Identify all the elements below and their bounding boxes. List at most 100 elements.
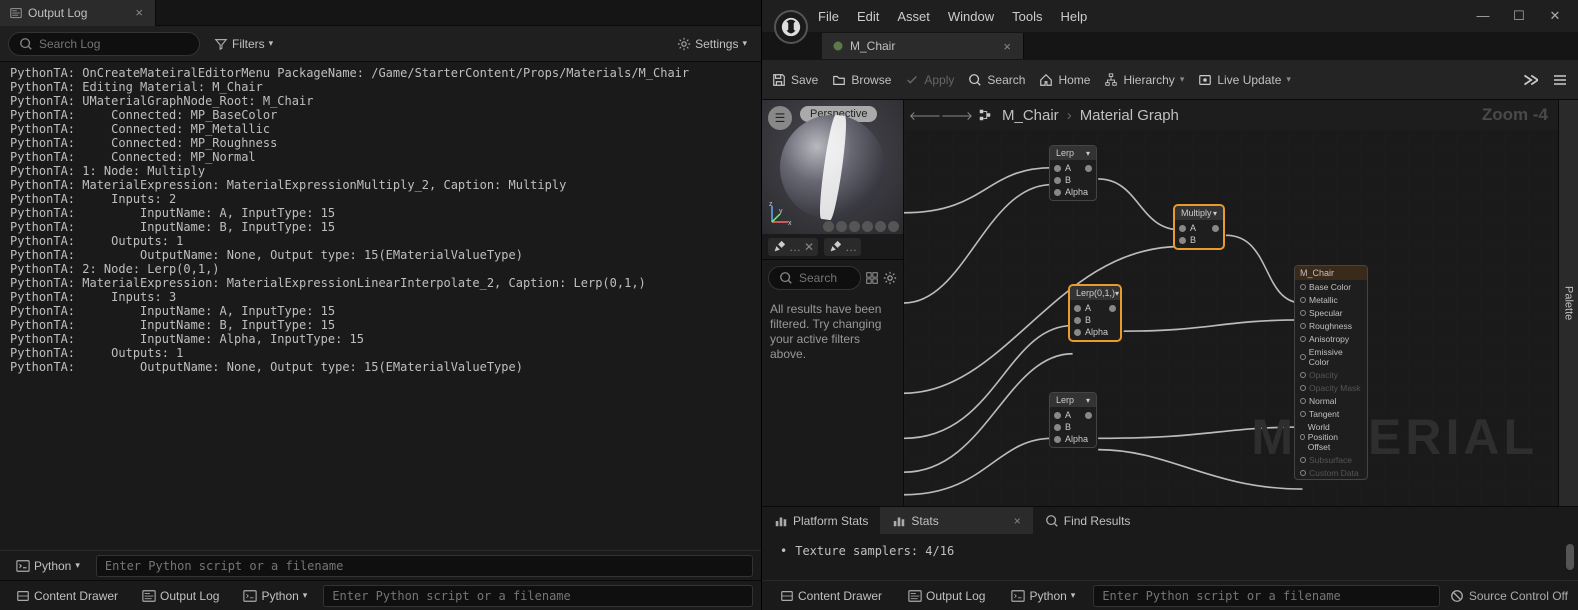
- filter-message: All results have been filtered. Try chan…: [762, 296, 903, 368]
- source-control-button[interactable]: Source Control Off: [1450, 589, 1568, 603]
- menu-window[interactable]: Window: [948, 9, 994, 24]
- material-graph[interactable]: 🡐 🡒 M_Chair › Material Graph Zoom -4 MAT…: [904, 100, 1558, 506]
- settings-dropdown[interactable]: Settings ▾: [671, 35, 753, 53]
- drawer-icon: [780, 589, 794, 603]
- python-footer-selector[interactable]: Python ▾: [235, 586, 315, 606]
- brush-icon[interactable]: [772, 240, 786, 254]
- python-selector[interactable]: Python ▾: [1003, 586, 1083, 606]
- python-label: Python: [34, 559, 71, 573]
- palette-tab[interactable]: Palette: [1558, 100, 1578, 506]
- log-icon: [142, 589, 156, 603]
- gear-icon[interactable]: [883, 271, 897, 285]
- close-icon[interactable]: ×: [1001, 39, 1013, 54]
- save-button[interactable]: Save: [772, 73, 818, 87]
- output-log-button[interactable]: Output Log: [134, 586, 227, 606]
- log-output[interactable]: PythonTA: OnCreateMateiralEditorMenu Pac…: [0, 62, 761, 550]
- live-update-button[interactable]: Live Update ▾: [1198, 73, 1291, 87]
- content-drawer-button[interactable]: Content Drawer: [8, 586, 126, 606]
- nav-forward-button[interactable]: 🡒: [946, 104, 968, 126]
- content-drawer-label: Content Drawer: [34, 589, 118, 603]
- content-drawer-button[interactable]: Content Drawer: [772, 586, 890, 606]
- filters-dropdown[interactable]: Filters ▾: [208, 35, 279, 53]
- material-editor-tabbar: M_Chair ×: [762, 32, 1578, 60]
- menu-tools[interactable]: Tools: [1012, 9, 1042, 24]
- cmd-input[interactable]: [1093, 585, 1440, 607]
- primitive-shapes[interactable]: [823, 221, 899, 232]
- breadcrumb-sub[interactable]: Material Graph: [1080, 107, 1179, 124]
- grid-icon[interactable]: [865, 271, 879, 285]
- python-selector[interactable]: Python ▾: [8, 556, 88, 576]
- node-material-result[interactable]: M_Chair Base Color Metallic Specular Rou…: [1294, 265, 1368, 480]
- filter-icon: [214, 37, 228, 51]
- node-lerp-1[interactable]: Lerp▾ A B Alpha: [1049, 145, 1097, 201]
- output-log-panel: Output Log × Filters ▾ Settings ▾ Python…: [0, 0, 762, 610]
- apply-button[interactable]: Apply: [905, 73, 954, 87]
- bottom-tabs: Platform Stats Stats × Find Results: [762, 506, 1578, 534]
- unreal-logo[interactable]: [774, 10, 808, 44]
- drawer-icon: [16, 589, 30, 603]
- material-editor-body: ☰ Perspective zxy …✕ … All resu: [762, 100, 1578, 506]
- filters-label: Filters: [232, 37, 265, 51]
- menu-help[interactable]: Help: [1060, 9, 1087, 24]
- material-preview[interactable]: ☰ Perspective zxy: [762, 100, 903, 234]
- output-log-button[interactable]: Output Log: [900, 586, 993, 606]
- python-input-bar: Python ▾: [0, 550, 761, 580]
- menu-file[interactable]: File: [818, 9, 839, 24]
- gear-icon: [677, 37, 691, 51]
- home-button[interactable]: Home: [1039, 73, 1090, 87]
- material-editor-panel: File Edit Asset Window Tools Help — ☐ ✕ …: [762, 0, 1578, 610]
- chevron-right-icon: ›: [1067, 107, 1072, 124]
- tab-output-log[interactable]: Output Log ×: [0, 0, 156, 26]
- graph-grid: [904, 100, 1558, 506]
- tab-find-results[interactable]: Find Results: [1033, 507, 1143, 535]
- node-lerp-3[interactable]: Lerp▾ A B Alpha: [1049, 392, 1097, 448]
- live-update-icon: [1198, 73, 1212, 87]
- close-button[interactable]: ✕: [1544, 8, 1566, 24]
- left-footer: Content Drawer Output Log Python ▾: [0, 580, 761, 610]
- menu-asset[interactable]: Asset: [897, 9, 930, 24]
- node-lerp-2[interactable]: Lerp(0,1,)▾ A B Alpha: [1069, 285, 1121, 341]
- nav-back-button[interactable]: 🡐: [914, 104, 936, 126]
- scrollbar-thumb[interactable]: [1566, 544, 1574, 570]
- log-search-box[interactable]: [8, 32, 200, 56]
- material-editor-footer: Content Drawer Output Log Python ▾ Sourc…: [762, 580, 1578, 610]
- hierarchy-icon: [1104, 73, 1118, 87]
- preview-menu-button[interactable]: ☰: [768, 106, 792, 130]
- tab-stats[interactable]: Stats ×: [880, 507, 1032, 535]
- log-search-input[interactable]: [39, 37, 189, 51]
- python-input[interactable]: [96, 555, 753, 577]
- close-icon[interactable]: ×: [1014, 514, 1021, 528]
- home-icon: [1039, 73, 1053, 87]
- node-multiply[interactable]: Multiply▾ A B: [1174, 205, 1224, 249]
- clear-icon[interactable]: ✕: [804, 240, 814, 254]
- minimize-button[interactable]: —: [1472, 8, 1494, 24]
- search-icon: [19, 37, 33, 51]
- stats-line: Texture samplers: 4/16: [795, 544, 954, 558]
- brush-icon[interactable]: [828, 240, 842, 254]
- settings-label: Settings: [695, 37, 738, 51]
- material-icon: [832, 40, 844, 52]
- cmd-input[interactable]: [323, 585, 753, 607]
- overflow-icon[interactable]: [1520, 71, 1538, 89]
- palette-search-row: [762, 260, 903, 296]
- maximize-button[interactable]: ☐: [1508, 8, 1530, 24]
- search-button[interactable]: Search: [968, 73, 1025, 87]
- window-controls: — ☐ ✕: [1472, 8, 1566, 24]
- hierarchy-button[interactable]: Hierarchy ▾: [1104, 73, 1184, 87]
- tab-platform-stats[interactable]: Platform Stats: [762, 507, 880, 535]
- browse-icon: [832, 73, 846, 87]
- tab-label: Output Log: [28, 6, 87, 20]
- close-icon[interactable]: ×: [133, 5, 145, 20]
- palette-search-input[interactable]: [799, 271, 849, 285]
- save-icon: [772, 73, 786, 87]
- material-tab-label: M_Chair: [850, 39, 895, 53]
- browse-button[interactable]: Browse: [832, 73, 891, 87]
- breadcrumb-root[interactable]: M_Chair: [1002, 107, 1059, 124]
- list-icon[interactable]: [1552, 72, 1568, 88]
- breadcrumb[interactable]: M_Chair › Material Graph: [1002, 107, 1179, 124]
- tab-material[interactable]: M_Chair ×: [822, 33, 1024, 59]
- log-toolbar: Filters ▾ Settings ▾: [0, 26, 761, 62]
- ue-logo-icon: [780, 16, 802, 38]
- menu-edit[interactable]: Edit: [857, 9, 879, 24]
- palette-search-box[interactable]: [768, 266, 861, 290]
